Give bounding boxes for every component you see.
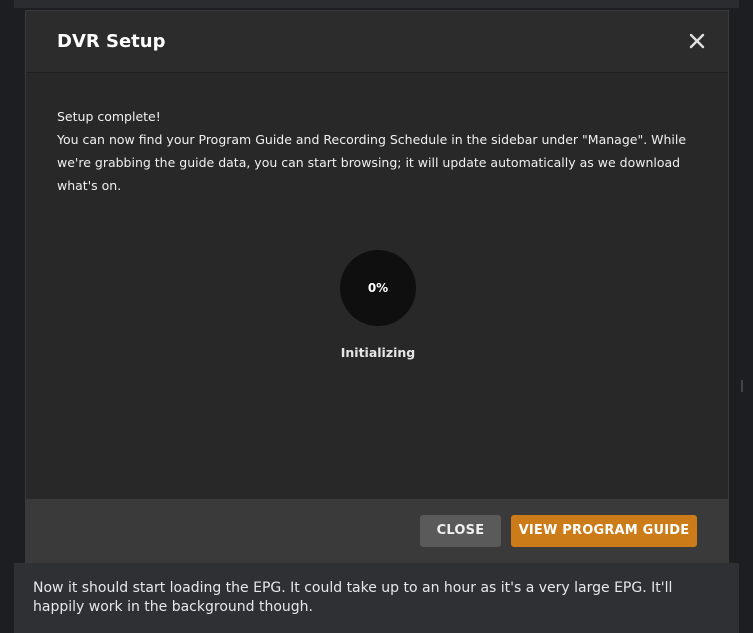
close-x-icon[interactable] (686, 30, 708, 52)
progress-percent: 0% (367, 281, 389, 295)
caption-text: Now it should start loading the EPG. It … (33, 580, 673, 615)
dialog-footer: CLOSE VIEW PROGRAM GUIDE (26, 499, 728, 565)
dialog-message: Setup complete! You can now find your Pr… (57, 105, 697, 197)
progress-status: Initializing (340, 345, 416, 360)
caption-box: Now it should start loading the EPG. It … (14, 563, 739, 633)
progress-indicator: 0% (340, 250, 416, 326)
dialog-title: DVR Setup (57, 31, 166, 52)
setup-complete-text: Setup complete! (57, 109, 161, 124)
close-button[interactable]: CLOSE (420, 515, 501, 547)
view-program-guide-button[interactable]: VIEW PROGRAM GUIDE (511, 515, 697, 547)
setup-info-text: You can now find your Program Guide and … (57, 132, 687, 193)
dialog-header: DVR Setup (26, 11, 728, 73)
dvr-setup-dialog: DVR Setup Setup complete! You can now fi… (25, 10, 729, 566)
background-scroll-marker (741, 380, 743, 392)
background-top-strip (14, 0, 739, 8)
